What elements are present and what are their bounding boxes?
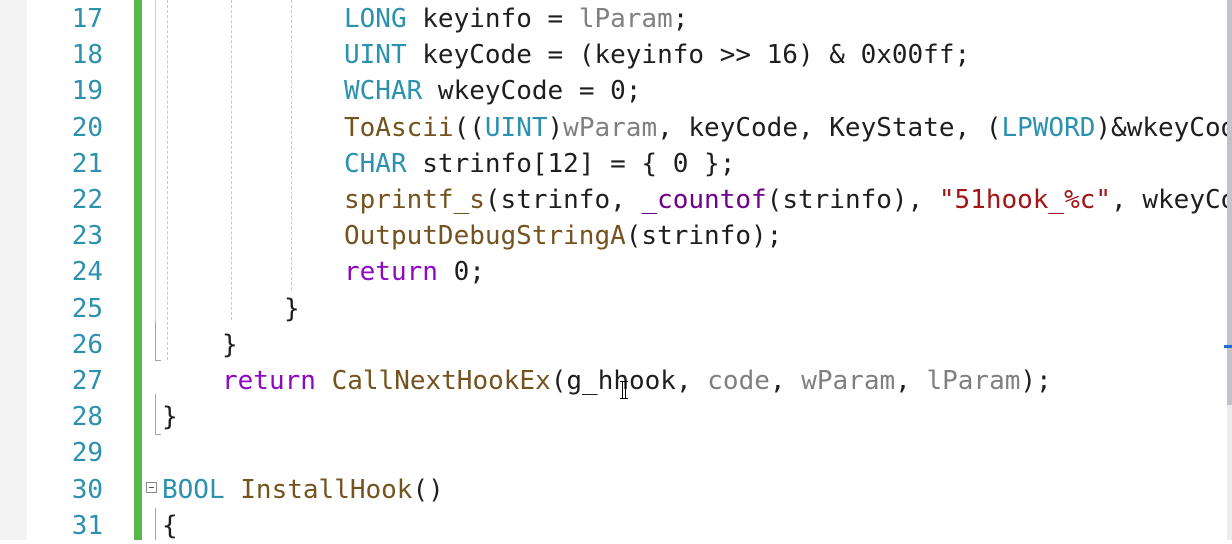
code-token: ) xyxy=(547,112,564,143)
code-token: (( xyxy=(453,112,485,143)
code-token: (strinfo); xyxy=(625,221,783,252)
code-token: InstallHook xyxy=(224,474,413,505)
line-number: 28 xyxy=(71,402,103,433)
code-token: (g_hhook, xyxy=(550,366,708,396)
code-line[interactable]: CHAR strinfo[12] = { 0 }; xyxy=(344,146,735,182)
code-token: } xyxy=(284,293,300,324)
code-token: return xyxy=(344,257,438,288)
code-token: } xyxy=(162,402,178,433)
collapse-toggle-icon[interactable] xyxy=(146,482,157,493)
line-number: 19 xyxy=(71,76,103,107)
line-number: 22 xyxy=(71,185,103,215)
code-token: sprintf_s xyxy=(344,185,485,215)
code-token: CHAR xyxy=(344,148,407,179)
scope-line xyxy=(155,0,156,322)
code-token: code xyxy=(707,366,770,396)
code-token: )&wkeyCode, xyxy=(1095,112,1232,143)
code-token: BOOL xyxy=(162,474,225,505)
line-number: 20 xyxy=(71,112,103,143)
code-token: ToAscii xyxy=(344,112,454,143)
indent-guide xyxy=(231,0,232,320)
indent-guide xyxy=(291,0,292,290)
code-token: (strinfo, xyxy=(484,185,642,215)
code-token: wParam xyxy=(563,112,658,143)
code-token: () xyxy=(412,474,444,505)
code-token: strinfo[12] = { 0 }; xyxy=(406,148,736,179)
code-line[interactable]: } xyxy=(162,399,178,435)
code-token: CallNextHookEx xyxy=(331,366,551,396)
code-token: keyinfo = xyxy=(406,4,579,34)
code-token: { xyxy=(162,510,178,541)
code-line[interactable]: return CallNextHookEx(g_hhook, code, wPa… xyxy=(222,363,1052,399)
code-token: ); xyxy=(1020,366,1052,396)
code-token: lParam xyxy=(926,366,1021,396)
line-number: 23 xyxy=(71,221,103,252)
code-line[interactable]: } xyxy=(222,327,238,363)
code-token: return xyxy=(222,366,316,396)
line-number: 30 xyxy=(71,474,103,505)
change-tracking-bar xyxy=(134,0,142,540)
code-token: UINT xyxy=(344,40,407,71)
code-line[interactable]: OutputDebugStringA(strinfo); xyxy=(344,218,782,254)
code-token: 0; xyxy=(437,257,485,288)
code-token: "51hook_%c" xyxy=(938,185,1112,215)
line-number: 17 xyxy=(71,4,103,34)
code-token: , wkeyCode xyxy=(1111,185,1232,215)
code-token: , keyCode, KeyState, ( xyxy=(657,112,1002,143)
scope-line xyxy=(155,508,156,540)
code-line[interactable]: WCHAR wkeyCode = 0; xyxy=(344,73,641,109)
line-number: 25 xyxy=(71,293,103,324)
code-line[interactable]: sprintf_s(strinfo, _countof(strinfo), "5… xyxy=(344,182,1232,218)
indent-guide xyxy=(167,0,168,360)
code-line[interactable]: UINT keyCode = (keyinfo >> 16) & 0x00ff; xyxy=(344,37,970,73)
line-number: 29 xyxy=(71,438,103,469)
code-token: WCHAR xyxy=(344,76,423,107)
code-line[interactable]: } xyxy=(284,291,300,327)
code-line[interactable]: LONG keyinfo = lParam; xyxy=(344,1,688,37)
code-token: LONG xyxy=(344,4,407,34)
caret-position-marker xyxy=(1224,345,1232,348)
line-number: 31 xyxy=(71,510,103,541)
line-number: 27 xyxy=(71,366,103,396)
scope-bracket xyxy=(155,322,161,361)
code-token: OutputDebugStringA xyxy=(344,221,626,252)
line-number: 24 xyxy=(71,257,103,288)
code-token: , xyxy=(769,366,802,396)
code-token: (strinfo), xyxy=(766,185,939,215)
code-token: _countof xyxy=(641,185,767,215)
code-token: } xyxy=(222,329,238,360)
code-token: , xyxy=(895,366,927,396)
code-line[interactable]: ToAscii((UINT)wParam, keyCode, KeyState,… xyxy=(344,110,1232,146)
code-token: keyCode = (keyinfo >> 16) & 0x00ff; xyxy=(406,40,971,71)
code-token: wParam xyxy=(801,366,896,396)
code-line[interactable]: { xyxy=(162,508,178,544)
line-number: 18 xyxy=(71,40,103,71)
editor-margin xyxy=(0,0,28,540)
text-cursor-icon xyxy=(620,381,628,399)
code-line[interactable]: return 0; xyxy=(344,254,485,290)
scope-bracket xyxy=(155,394,161,435)
line-number: 26 xyxy=(71,329,103,360)
code-token: ; xyxy=(672,4,689,34)
code-line[interactable]: BOOL InstallHook() xyxy=(162,472,444,508)
code-token: lParam xyxy=(578,4,673,34)
code-token: LPWORD xyxy=(1001,112,1096,143)
code-token: wkeyCode = 0; xyxy=(422,76,642,107)
code-token: UINT xyxy=(484,112,548,143)
line-number: 21 xyxy=(71,148,103,179)
